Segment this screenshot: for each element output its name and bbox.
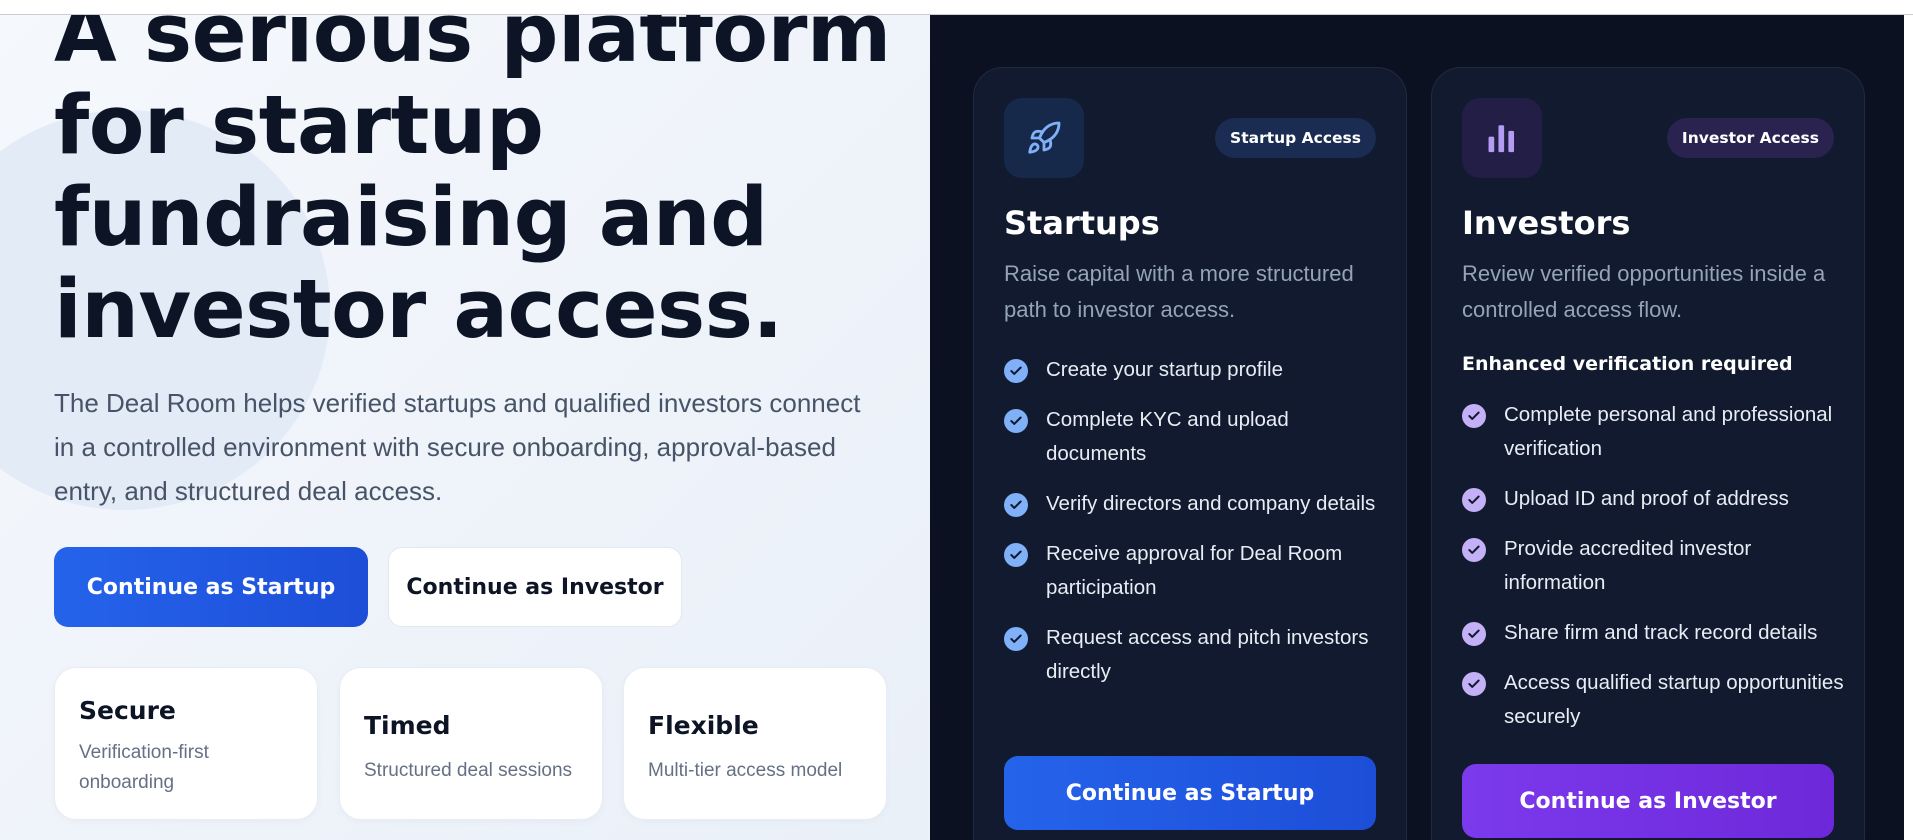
startup-card-continue-button[interactable]: Continue as Startup — [1004, 756, 1376, 830]
check-icon — [1004, 543, 1028, 567]
feature-subtitle: Structured deal sessions — [364, 760, 573, 781]
list-item: Receive approval for Deal Room participa… — [1004, 537, 1389, 605]
hero-section: A serious platform for startup fundraisi… — [0, 0, 930, 840]
list-item: Access qualified startup opportunities s… — [1462, 666, 1847, 734]
list-item: Complete personal and professional verif… — [1462, 398, 1847, 466]
hero-title-line: for startup — [54, 79, 544, 173]
list-item: Complete KYC and upload documents — [1004, 403, 1389, 471]
card-description: Review verified opportunities inside a c… — [1462, 261, 1826, 322]
hero-title-line: investor access. — [54, 263, 783, 357]
feature-subtitle: Verification-first onboarding — [79, 742, 209, 793]
verification-requirement-label: Enhanced verification required — [1462, 353, 1793, 375]
startup-steps-list: Create your startup profile Complete KYC… — [1004, 353, 1389, 705]
page: A serious platform for startup fundraisi… — [0, 0, 1913, 840]
continue-as-startup-button[interactable]: Continue as Startup — [54, 547, 368, 627]
list-item-text: Create your startup profile — [1046, 358, 1284, 381]
list-item: Upload ID and proof of address — [1462, 482, 1847, 516]
list-item-text: Request access and pitch investors direc… — [1046, 626, 1369, 683]
card-description: Raise capital with a more structured pat… — [1004, 261, 1354, 322]
check-icon — [1004, 493, 1028, 517]
investor-steps-list: Complete personal and professional verif… — [1462, 398, 1847, 750]
list-item-text: Complete KYC and upload documents — [1046, 408, 1289, 465]
check-icon — [1004, 627, 1028, 651]
access-options-panel: Startup Access Startups Raise capital wi… — [930, 0, 1913, 840]
list-item-text: Provide accredited investor information — [1504, 537, 1752, 594]
investor-access-badge: Investor Access — [1666, 118, 1834, 158]
list-item-text: Receive approval for Deal Room participa… — [1046, 542, 1343, 599]
continue-as-investor-button[interactable]: Continue as Investor — [388, 547, 682, 627]
hero-title-line: fundraising and — [54, 171, 768, 265]
list-item-text: Verify directors and company details — [1046, 492, 1376, 515]
startup-access-badge: Startup Access — [1215, 118, 1376, 158]
hero-description: The Deal Room helps verified startups an… — [54, 388, 861, 506]
list-item-text: Complete personal and professional verif… — [1504, 403, 1833, 460]
feature-subtitle: Multi-tier access model — [648, 760, 843, 781]
list-item-text: Share firm and track record details — [1504, 621, 1818, 644]
page-edge — [1904, 0, 1913, 840]
list-item-text: Access qualified startup opportunities s… — [1504, 671, 1844, 728]
check-icon — [1462, 622, 1486, 646]
check-icon — [1462, 538, 1486, 562]
feature-card-flexible: Flexible Multi-tier access model — [623, 667, 887, 820]
list-item: Share firm and track record details — [1462, 616, 1847, 650]
card-title: Startups — [1004, 204, 1160, 242]
list-item: Create your startup profile — [1004, 353, 1389, 387]
feature-card-timed: Timed Structured deal sessions — [339, 667, 603, 820]
bar-chart-icon — [1462, 98, 1542, 178]
feature-card-secure: Secure Verification-first onboarding — [54, 667, 318, 820]
rocket-icon — [1004, 98, 1084, 178]
feature-title: Flexible — [648, 711, 759, 740]
browser-top-edge — [0, 0, 1913, 15]
feature-title: Timed — [364, 711, 451, 740]
startup-card: Startup Access Startups Raise capital wi… — [973, 67, 1407, 840]
check-icon — [1004, 409, 1028, 433]
list-item: Request access and pitch investors direc… — [1004, 621, 1389, 689]
investor-card-continue-button[interactable]: Continue as Investor — [1462, 764, 1834, 838]
check-icon — [1462, 488, 1486, 512]
card-title: Investors — [1462, 204, 1631, 242]
feature-title: Secure — [79, 696, 176, 725]
check-icon — [1462, 404, 1486, 428]
check-icon — [1004, 359, 1028, 383]
list-item-text: Upload ID and proof of address — [1504, 487, 1789, 510]
list-item: Verify directors and company details — [1004, 487, 1389, 521]
list-item: Provide accredited investor information — [1462, 532, 1847, 600]
investor-card: Investor Access Investors Review verifie… — [1431, 67, 1865, 840]
check-icon — [1462, 672, 1486, 696]
hero-title: A serious platform for startup fundraisi… — [54, 0, 914, 356]
